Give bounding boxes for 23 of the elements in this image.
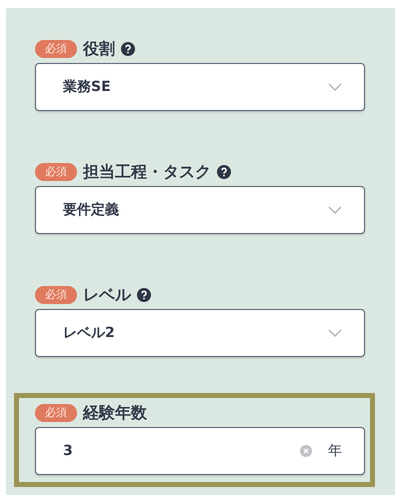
input-field[interactable]: 3 年 [35, 427, 365, 475]
select-value: レベル2 [63, 324, 116, 342]
unit-label: 年 [328, 442, 342, 460]
select-value: 要件定義 [63, 201, 120, 219]
select-field[interactable]: レベル2 [35, 309, 365, 357]
chevron-down-icon [328, 82, 342, 92]
required-badge: 必須 [35, 286, 77, 304]
field-label: レベル [83, 284, 131, 306]
required-badge: 必須 [35, 40, 77, 58]
help-icon[interactable] [121, 42, 135, 56]
required-badge: 必須 [35, 404, 77, 422]
chevron-down-icon [328, 328, 342, 338]
select-field[interactable]: 要件定義 [35, 186, 365, 234]
chevron-down-icon [328, 206, 342, 214]
required-badge: 必須 [35, 163, 77, 181]
field-label: 役割 [83, 38, 115, 60]
field-label: 担当工程・タスク [83, 162, 211, 182]
select-value: 業務SE [63, 78, 112, 96]
input-value: 3 [63, 443, 74, 459]
field-label: 経験年数 [83, 402, 147, 424]
help-icon[interactable] [137, 288, 151, 302]
select-field[interactable]: 業務SE [35, 63, 365, 111]
help-icon[interactable] [217, 165, 231, 179]
